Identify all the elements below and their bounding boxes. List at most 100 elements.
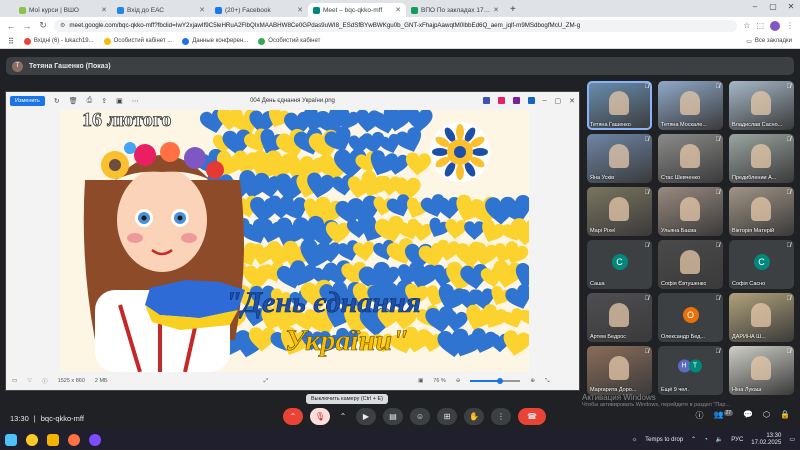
viber-taskbar-icon[interactable] — [89, 433, 101, 446]
window-close-icon[interactable]: ✕ — [569, 97, 575, 105]
forward-icon[interactable]: → — [22, 21, 32, 31]
app-icon-4[interactable] — [527, 97, 535, 104]
more-options-icon[interactable]: ⋯ — [132, 97, 139, 105]
print-icon[interactable]: ⎙ — [87, 97, 93, 105]
apps-icon[interactable]: ⠿ — [8, 37, 14, 46]
shared-screen[interactable]: Изменить ↻ 🗑 ⎙ ⇪ ▣ ⋯ 004 День єднання Ук… — [5, 91, 580, 391]
maximize-icon[interactable]: ▢ — [764, 0, 782, 14]
chrome-taskbar-icon[interactable] — [26, 433, 38, 446]
reactions-button[interactable]: ☺ — [410, 408, 430, 425]
present-button[interactable]: ⊞ — [437, 408, 457, 425]
bookmark-item[interactable]: Данные конферен... — [182, 37, 248, 45]
browser-tab[interactable]: Meet – bqc-qkko-mff ✕ — [308, 3, 406, 17]
captions-button[interactable]: ▤ — [383, 408, 403, 425]
lock-icon[interactable]: 🔒 — [780, 410, 790, 421]
app-icon-1[interactable] — [482, 97, 490, 104]
people-button[interactable]: 👥 27 — [714, 410, 734, 421]
filmstrip-icon[interactable]: ▭ — [12, 378, 17, 384]
microphone-off-button[interactable]: 🎙 — [310, 408, 330, 425]
participant-tile[interactable]: 🎙̸ ДАРИНА Ш... — [729, 293, 794, 342]
participant-tile[interactable]: 🎙̸ Владислав Сасно... — [729, 81, 794, 130]
yandex-taskbar-icon[interactable] — [68, 433, 80, 446]
chat-icon[interactable]: 💬 — [743, 410, 753, 421]
actual-size-icon[interactable]: ▣ — [418, 378, 423, 384]
participant-tile[interactable]: 🎙̸ Ульяна Баєва — [658, 187, 723, 236]
fit-icon[interactable]: ⤢ — [264, 378, 268, 385]
camera-button[interactable]: ▶ — [356, 408, 376, 425]
participant-tile[interactable]: 🎙̸ Ніна Лукаш — [729, 346, 794, 395]
rotate-icon[interactable]: ↻ — [54, 97, 60, 105]
close-tab-icon[interactable]: ✕ — [199, 6, 205, 14]
temps-text[interactable]: Temps to drop — [645, 437, 683, 443]
zoom-in-icon[interactable]: ⊕ — [530, 378, 535, 384]
reload-icon[interactable]: ↻ — [38, 20, 48, 31]
mic-options-button[interactable]: ⌃ — [283, 408, 303, 425]
camera-options-button[interactable]: ⌃ — [337, 408, 349, 425]
more-options-button[interactable]: ⋮ — [491, 408, 511, 425]
participant-tile[interactable]: 🎙̸ Маргарита Доро... — [587, 346, 652, 395]
info-icon[interactable]: ⓘ — [42, 377, 48, 385]
slideshow-icon[interactable]: ▣ — [116, 97, 123, 105]
app-icon-2[interactable] — [497, 97, 505, 104]
bookmark-item[interactable]: Особистий кабінет — [258, 37, 320, 45]
participant-tile[interactable]: 🎙̸ Софія Євтушенко — [658, 240, 723, 289]
weather-icon[interactable]: ☼ — [632, 437, 638, 443]
tray-arrow-icon[interactable]: ⌃ — [691, 436, 696, 443]
close-tab-icon[interactable]: ✕ — [101, 6, 107, 14]
participant-tile[interactable]: 🎙̸ Яна Усків — [587, 134, 652, 183]
all-bookmarks[interactable]: ▭ Все закладки — [746, 38, 792, 45]
browser-tab[interactable]: Мої курси | ВШО ✕ — [14, 3, 112, 17]
window-minimize-icon[interactable]: – — [543, 97, 547, 104]
close-window-icon[interactable]: ✕ — [782, 0, 800, 14]
participant-tile[interactable]: О 🎙̸ Олександр Бед... — [658, 293, 723, 342]
browser-tab[interactable]: ВПО По закладах 17.02.2025.x✕ — [406, 3, 504, 17]
menu-icon[interactable]: ⋮ — [786, 21, 794, 31]
window-maximize-icon[interactable]: ▢ — [555, 97, 562, 105]
back-icon[interactable]: ← — [6, 21, 16, 31]
site-info-icon[interactable]: ⚙ — [60, 22, 65, 29]
network-icon[interactable]: ◔ — [704, 437, 708, 443]
app-icon-3[interactable] — [512, 97, 520, 104]
bookmark-item[interactable]: Особистий кабінет ... — [103, 37, 172, 45]
explorer-taskbar-icon[interactable] — [47, 433, 59, 446]
meeting-info-icon[interactable]: ⓘ — [696, 410, 704, 421]
participant-tile[interactable]: 🎙̸ Тетяна Москале... — [658, 81, 723, 130]
leave-call-button[interactable]: ☎ — [518, 408, 546, 425]
zoom-out-icon[interactable]: ⊖ — [456, 378, 461, 384]
language-indicator[interactable]: РУС — [731, 437, 743, 443]
bookmark-item[interactable]: Вхідні (6) - lukach19... — [23, 37, 94, 45]
profile-avatar[interactable] — [770, 20, 780, 31]
favorite-icon[interactable]: ♡ — [27, 378, 32, 384]
zoom-level[interactable]: 76 % — [433, 378, 446, 384]
raise-hand-button[interactable]: ✋ — [464, 408, 484, 425]
delete-icon[interactable]: 🗑 — [69, 97, 78, 105]
share-icon[interactable]: ⇪ — [101, 97, 107, 105]
participant-tile[interactable]: 🎙̸ Марі Pixel — [587, 187, 652, 236]
new-tab-button[interactable]: + — [504, 3, 522, 17]
notifications-icon[interactable]: ▭ — [789, 436, 795, 443]
close-tab-icon[interactable]: ✕ — [493, 6, 499, 14]
participant-tile[interactable]: 🎙̸ Вікторія Матерій — [729, 187, 794, 236]
participant-tile[interactable]: 🎙̸ Предиблении А... — [729, 134, 794, 183]
bookmark-star-icon[interactable]: ☆ — [743, 21, 750, 31]
participant-tile[interactable]: С 🎙̸ Софія Сасно — [729, 240, 794, 289]
start-icon[interactable] — [5, 433, 17, 446]
participant-tile[interactable]: 🎙̸ Стас Шевченко — [658, 134, 723, 183]
address-bar[interactable]: ⚙ meet.google.com/bqc-qkko-mff?fbclid=Iw… — [54, 19, 738, 32]
participant-tile[interactable]: 🎙̸ Артем Бедрос — [587, 293, 652, 342]
participant-tile[interactable]: Н Т 🎙̸ Ещё 9 чел. — [658, 346, 723, 395]
close-tab-icon[interactable]: ✕ — [297, 6, 303, 14]
minimize-icon[interactable]: – — [746, 0, 764, 14]
browser-tab[interactable]: (20+) Facebook ✕ — [210, 3, 308, 17]
edit-button[interactable]: Изменить — [10, 95, 45, 106]
volume-icon[interactable]: 🔈 — [716, 436, 723, 443]
extensions-icon[interactable]: ⬚ — [756, 21, 764, 31]
participant-tile[interactable]: С 🎙̸ Саша — [587, 240, 652, 289]
browser-tab[interactable]: Вхід до ЕАС ✕ — [112, 3, 210, 17]
activities-icon[interactable]: ⬡ — [763, 410, 770, 421]
close-tab-icon[interactable]: ✕ — [395, 6, 401, 14]
zoom-slider[interactable] — [470, 378, 521, 384]
clock[interactable]: 13:30 17.02.2025 — [751, 433, 781, 447]
zoom-slider-knob[interactable] — [497, 378, 504, 384]
participant-tile[interactable]: 🎙̸ Тетяна Гашенко — [587, 81, 652, 130]
